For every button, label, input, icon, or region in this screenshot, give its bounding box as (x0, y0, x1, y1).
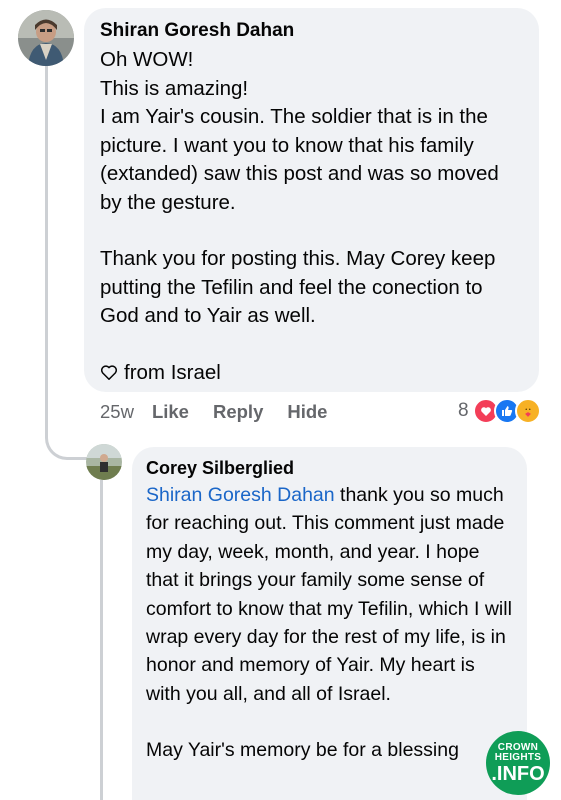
comment-timestamp[interactable]: 25w (100, 401, 134, 423)
signoff-text: from Israel (124, 360, 221, 384)
reaction-summary[interactable]: 8 (458, 398, 541, 424)
comment-bubble: Shiran Goresh Dahan Oh WOW! This is amaz… (84, 8, 539, 392)
reply-closing: May Yair's memory be for a blessing (146, 739, 459, 762)
reply-body: thank you so much for reaching out. This… (146, 484, 512, 705)
comment-line: Oh WOW! (100, 48, 194, 71)
comment-actions: 25w Like Reply Hide (100, 401, 351, 423)
reaction-count: 8 (458, 400, 469, 421)
thread-line (45, 66, 48, 436)
signoff-line: from Israel (100, 359, 523, 388)
hide-button[interactable]: Hide (287, 401, 327, 423)
heart-outline-icon (100, 364, 118, 381)
comment-author[interactable]: Shiran Goresh Dahan (100, 20, 523, 42)
reply-bubble: Corey Silberglied Shiran Goresh Dahan th… (132, 447, 527, 800)
commenter-avatar[interactable] (18, 10, 74, 66)
comment-line: I am Yair's cousin. The soldier that is … (100, 105, 499, 214)
watermark-line: CROWN (497, 741, 539, 753)
watermark-line: .INFO (491, 762, 545, 785)
comment-line: Thank you for posting this. May Corey ke… (100, 247, 496, 327)
mention-link[interactable]: Shiran Goresh Dahan (146, 484, 335, 506)
reply-connector (45, 420, 87, 460)
site-watermark-logo: CROWN HEIGHTS .INFO (486, 731, 550, 795)
reply-avatar[interactable] (86, 444, 122, 480)
reply-paragraph: Shiran Goresh Dahan thank you so much fo… (146, 481, 513, 708)
reply-author[interactable]: Corey Silberglied (146, 457, 513, 479)
watermark-line: HEIGHTS (494, 751, 542, 763)
reply-button[interactable]: Reply (213, 401, 263, 423)
like-button[interactable]: Like (152, 401, 189, 423)
reply-thread-line (100, 480, 103, 800)
reply-text: Shiran Goresh Dahan thank you so much fo… (146, 481, 513, 765)
comment-line: This is amazing! (100, 76, 249, 100)
comment-text: Oh WOW! This is amazing! I am Yair's cou… (100, 46, 523, 387)
care-reaction-icon (514, 398, 541, 424)
